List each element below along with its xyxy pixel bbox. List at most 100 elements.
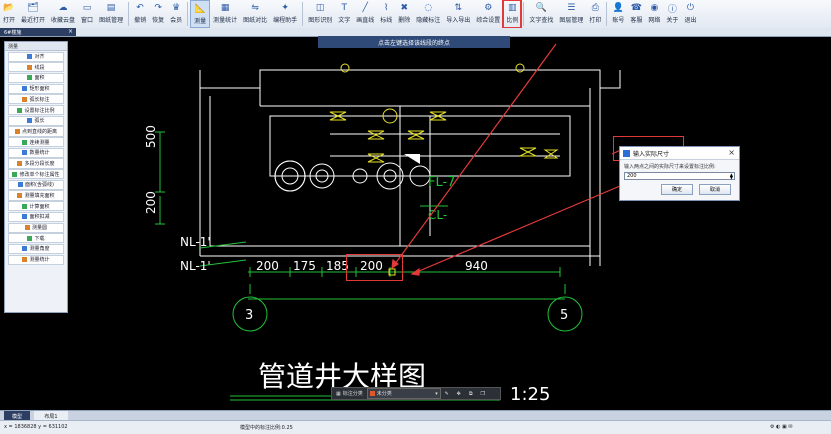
- panel-item-3[interactable]: 矩形面积: [8, 83, 64, 94]
- edit-icon[interactable]: ✎: [442, 389, 452, 399]
- pipe-fittings: [329, 63, 559, 163]
- toolbar-button-22[interactable]: ☰ 图层管理: [556, 0, 586, 28]
- toolbar-label: 标线: [380, 17, 393, 24]
- toolbar-button-6[interactable]: ↷ 恢复: [149, 0, 167, 28]
- panel-item-0[interactable]: 对齐: [8, 51, 64, 62]
- toolbar-button-15[interactable]: ⌇ 标线: [377, 0, 395, 28]
- toolbar-label: 文字查找: [529, 17, 554, 24]
- panel-item-8[interactable]: 连续测量: [8, 137, 64, 148]
- close-icon[interactable]: ×: [68, 28, 73, 35]
- panel-item-label: 点到直线的距离: [21, 128, 57, 135]
- toolbar-button-19[interactable]: ⚙ 综合设置: [473, 0, 503, 28]
- panel-item-15[interactable]: 面积扣减: [8, 211, 64, 222]
- toolbar-button-0[interactable]: 📂 打开: [0, 0, 18, 28]
- panel-item-11[interactable]: 修改单个标注属性: [8, 169, 64, 180]
- panel-item-16[interactable]: 测量圆: [8, 222, 64, 233]
- toolbar-button-26[interactable]: ◉ 网络: [645, 0, 663, 28]
- mark-category-chip[interactable]: ▦ 标注分类: [332, 389, 367, 399]
- toolbar-button-1[interactable]: 🗂 最近打开: [18, 0, 48, 28]
- toolbar-label: 图纸对比: [243, 17, 268, 24]
- move-icon[interactable]: ✥: [454, 389, 464, 399]
- toolbar-button-8[interactable]: 📐 测量: [190, 0, 211, 28]
- toolbar-button-12[interactable]: ◫ 图形识别: [305, 0, 335, 28]
- toolbar-button-7[interactable]: ♛ 会员: [167, 0, 185, 28]
- actual-size-input[interactable]: 200 ▲ ▼: [624, 172, 735, 180]
- close-icon[interactable]: ×: [728, 148, 735, 157]
- toolbar-button-25[interactable]: ☎ 客服: [627, 0, 645, 28]
- customer-service-icon: ☎: [630, 3, 642, 13]
- scale-icon: ▥: [508, 3, 517, 13]
- panel-item-12[interactable]: 面积(含弧线): [8, 179, 64, 190]
- drawing-scale: 1:25: [510, 384, 550, 405]
- panel-item-4[interactable]: 弧长标注: [8, 94, 64, 105]
- dialog-title: 输入实际尺寸: [633, 150, 670, 158]
- exit-icon: ⏻: [686, 3, 694, 13]
- cancel-button[interactable]: 取消: [699, 184, 731, 195]
- panel-item-6[interactable]: 弧长: [8, 115, 64, 126]
- ok-button[interactable]: 确定: [661, 184, 693, 195]
- instruction-banner: 点击左键选择该线段的终点: [318, 36, 510, 48]
- panel-item-label: 面积扣减: [29, 214, 50, 221]
- toolbar-button-5[interactable]: ↶ 撤销: [131, 0, 149, 28]
- measure-tool-icon: [22, 214, 28, 220]
- toolbar-button-23[interactable]: ⎙ 打印: [586, 0, 604, 28]
- toolbar-button-28[interactable]: ⏻ 退出: [681, 0, 699, 28]
- panel-item-label: 矩形面积: [29, 86, 50, 93]
- toolbar-button-18[interactable]: ⇅ 导入导出: [443, 0, 473, 28]
- nl-label-2: NL-1': [180, 259, 211, 273]
- toolbar-button-14[interactable]: ╱ 画直线: [353, 0, 377, 28]
- drawing-manage-icon: ▤: [106, 3, 116, 13]
- paste-icon[interactable]: ❐: [478, 389, 488, 399]
- spinner-arrows-icon[interactable]: ▲ ▼: [730, 173, 733, 180]
- toolbar-button-9[interactable]: ▦ 测量统计: [210, 0, 240, 28]
- toolbar-button-13[interactable]: T 文字: [335, 0, 353, 28]
- toolbar-button-27[interactable]: ⓘ 关于: [663, 0, 681, 28]
- window-icon: ▭: [82, 3, 92, 13]
- document-tab[interactable]: 6#楼施 ×: [0, 28, 76, 36]
- panel-item-1[interactable]: 线段: [8, 62, 64, 73]
- recent-folder-icon: 🗂: [27, 3, 39, 13]
- print-icon: ⎙: [591, 3, 599, 13]
- panel-item-label: 修改单个标注属性: [19, 171, 60, 178]
- account-icon: 👤: [612, 3, 624, 13]
- panel-item-label: 连续测量: [29, 139, 50, 146]
- toolbar-label: 比例: [506, 17, 519, 24]
- toolbar-button-16[interactable]: ✖ 删除: [395, 0, 413, 28]
- toolbar-button-4[interactable]: ▤ 图纸管理: [96, 0, 126, 28]
- panel-item-7[interactable]: 点到直线的距离: [8, 126, 64, 137]
- panel-item-19[interactable]: 测量统计: [8, 254, 64, 265]
- panel-item-13[interactable]: 测量填充面积: [8, 190, 64, 201]
- cad-canvas[interactable]: 500 200 FL-7 CL- NL-1' NL-1' 200 175 185…: [0, 36, 831, 410]
- toolbar-button-20[interactable]: ▥ 比例: [502, 0, 523, 29]
- toolbar-label: 导入导出: [446, 17, 471, 24]
- toolbar-button-2[interactable]: ☁ 收藏云盘: [48, 0, 78, 28]
- measure-tool-icon: [22, 257, 28, 263]
- panel-item-10[interactable]: 多段分段长度: [8, 158, 64, 169]
- toolbar-button-11[interactable]: ✦ 编程助手: [270, 0, 300, 28]
- toolbar-button-17[interactable]: ◌ 隐藏标注: [413, 0, 443, 28]
- panel-item-label: 面积(含弧线): [25, 182, 54, 189]
- toolbar-button-21[interactable]: 🔍 文字查找: [526, 0, 556, 28]
- toolbar-button-24[interactable]: 👤 账号: [609, 0, 627, 28]
- toolbar-label: 会员: [170, 17, 183, 24]
- toolbar-label: 图形识别: [308, 17, 333, 24]
- category-select[interactable]: 未分类 ▾: [366, 388, 441, 399]
- mark-line-icon: ⌇: [384, 3, 389, 13]
- toolbar-label: 收藏云盘: [51, 17, 76, 24]
- toolbar-button-10[interactable]: ⇋ 图纸对比: [240, 0, 270, 28]
- toolbar-button-3[interactable]: ▭ 窗口: [78, 0, 96, 28]
- actual-size-dialog: 输入实际尺寸 × 输入两点之间的实际尺寸来设置标注比例: 200 ▲ ▼ 确定 取…: [619, 146, 740, 201]
- compare-icon: ⇋: [251, 3, 259, 13]
- panel-item-2[interactable]: 面积: [8, 72, 64, 84]
- measure-tool-icon: [14, 128, 20, 134]
- panel-item-17[interactable]: 下载: [8, 233, 64, 244]
- panel-item-5[interactable]: 设置标注比例: [8, 104, 64, 116]
- panel-item-label: 面积: [34, 75, 45, 82]
- panel-item-18[interactable]: 测量角度: [8, 243, 64, 255]
- status-icons[interactable]: ⚙ ◐ ▣ ✉: [770, 424, 793, 430]
- toolbar-label: 编程助手: [273, 17, 298, 24]
- copy-icon[interactable]: ⧉: [466, 389, 476, 399]
- panel-item-9[interactable]: 数量统计: [8, 147, 64, 158]
- folder-open-icon: 📂: [3, 3, 15, 13]
- panel-item-14[interactable]: 计算面积: [8, 201, 64, 212]
